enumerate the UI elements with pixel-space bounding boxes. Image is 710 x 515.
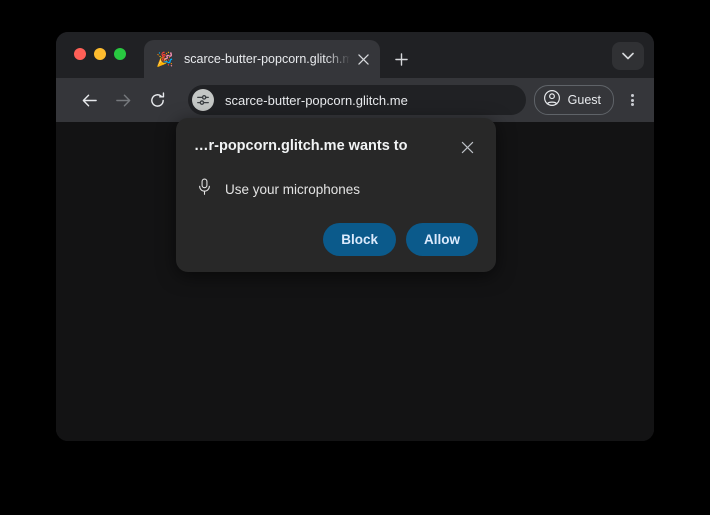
- window-minimize-button[interactable]: [94, 48, 106, 60]
- browser-window: 🎉 scarce-butter-popcorn.glitch.me scarce…: [56, 32, 654, 441]
- browser-menu-button[interactable]: [620, 86, 644, 114]
- address-bar[interactable]: scarce-butter-popcorn.glitch.me: [188, 85, 526, 115]
- tab-search-button[interactable]: [612, 42, 644, 70]
- traffic-lights: [74, 48, 126, 60]
- tab-strip: 🎉 scarce-butter-popcorn.glitch.me: [56, 32, 654, 78]
- dialog-title: …r-popcorn.glitch.me wants to: [194, 138, 408, 154]
- profile-label: Guest: [567, 93, 601, 107]
- party-popper-icon: 🎉: [156, 50, 174, 67]
- address-bar-url: scarce-butter-popcorn.glitch.me: [225, 92, 408, 108]
- profile-button[interactable]: Guest: [533, 85, 614, 115]
- window-close-button[interactable]: [74, 48, 86, 60]
- tab-title: scarce-butter-popcorn.glitch.me: [184, 52, 352, 66]
- page-content: …r-popcorn.glitch.me wants to Use your m…: [56, 118, 654, 441]
- block-button[interactable]: Block: [323, 223, 396, 256]
- tab-close-icon[interactable]: [352, 48, 374, 70]
- browser-tab[interactable]: 🎉 scarce-butter-popcorn.glitch.me: [144, 40, 380, 78]
- menu-dot: [630, 98, 634, 102]
- menu-dot: [630, 103, 634, 106]
- reload-button[interactable]: [142, 85, 172, 115]
- allow-button[interactable]: Allow: [406, 223, 478, 256]
- back-button[interactable]: [74, 85, 104, 115]
- permission-dialog: …r-popcorn.glitch.me wants to Use your m…: [176, 118, 496, 272]
- window-zoom-button[interactable]: [114, 48, 126, 60]
- permission-row: Use your microphones: [194, 178, 478, 201]
- permission-label: Use your microphones: [225, 182, 361, 197]
- close-icon[interactable]: [456, 136, 478, 158]
- browser-toolbar: scarce-butter-popcorn.glitch.me Guest: [56, 78, 654, 122]
- forward-button[interactable]: [108, 85, 138, 115]
- account-circle-icon: [543, 89, 561, 112]
- menu-dot: [630, 94, 634, 97]
- dialog-header: …r-popcorn.glitch.me wants to: [194, 136, 478, 158]
- tune-icon[interactable]: [192, 89, 214, 111]
- new-tab-button[interactable]: [388, 46, 414, 72]
- microphone-icon: [197, 178, 212, 201]
- dialog-actions: Block Allow: [194, 223, 478, 256]
